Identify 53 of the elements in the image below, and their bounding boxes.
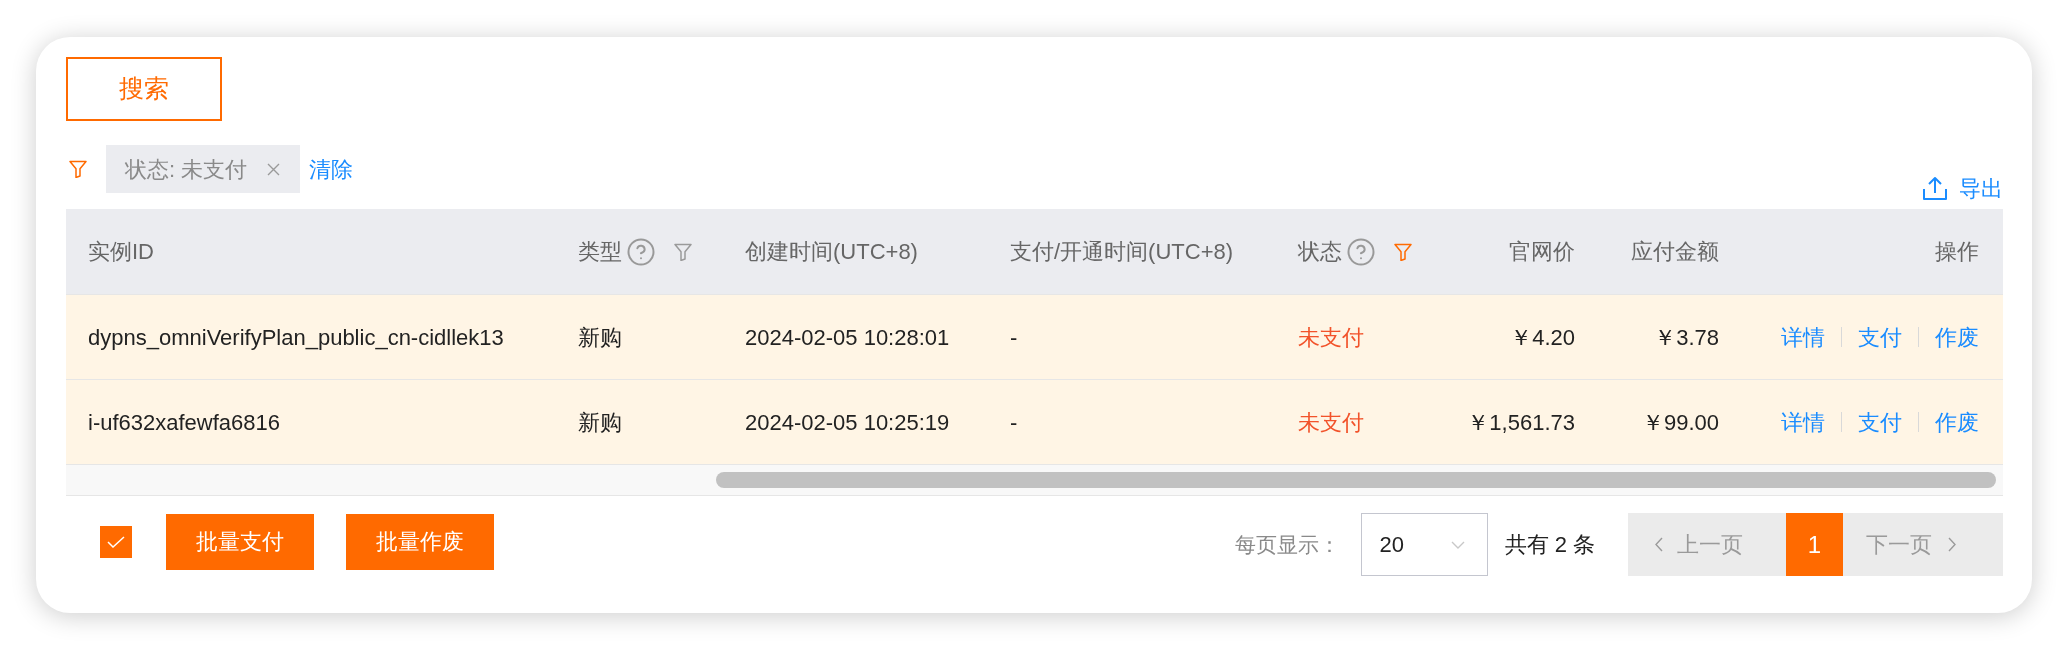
row-action-link[interactable]: 支付	[1858, 405, 1902, 439]
table-row[interactable]: i-uf632xafewfa6816 新购 2024-02-05 10:25:19 - 未支付 ￥1,561.73 ￥99.00 详情 支付 作废	[66, 379, 2003, 464]
table-cell-text: dypns_omniVerifyPlan_public_cn-cidllek13	[88, 323, 504, 352]
clear-filters-link[interactable]: 清除	[309, 152, 354, 186]
page-size-select[interactable]: 20	[1360, 513, 1488, 576]
select-all-checkbox[interactable]	[100, 525, 132, 558]
column-header: 操作	[1935, 238, 1979, 266]
column-header: 创建时间(UTC+8)	[745, 238, 918, 266]
table-cell-text: ￥3.78	[1654, 323, 1719, 352]
row-action-link[interactable]: 作废	[1935, 405, 1979, 439]
table-cell-text: 未支付	[1298, 323, 1364, 352]
row-action-link[interactable]: 详情	[1781, 405, 1825, 439]
bulk-action-button[interactable]: 批量支付	[166, 513, 314, 570]
row-action-link[interactable]: 支付	[1858, 320, 1902, 354]
table-cell-text: -	[1010, 323, 1018, 352]
table-cell-text: 未支付	[1298, 408, 1364, 437]
total-count: 共有 2 条	[1504, 531, 1595, 559]
help-icon[interactable]	[1346, 236, 1376, 267]
column-header: 类型	[578, 238, 622, 266]
close-icon[interactable]	[267, 162, 281, 176]
table-cell-text: ￥1,561.73	[1467, 408, 1575, 437]
check-icon	[107, 535, 125, 548]
export-button[interactable]: 导出	[1923, 175, 2003, 201]
chevron-left-icon	[1654, 537, 1663, 552]
table-row[interactable]: dypns_omniVerifyPlan_public_cn-cidllek13 新购 2024-02-05 10:28:01 - 未支付 ￥4.20 ￥3.78 详情 支付 作废	[66, 294, 2003, 379]
column-header: 应付金额	[1631, 238, 1719, 266]
table-cell-text: 新购	[578, 323, 622, 352]
table-cell-text: -	[1010, 408, 1018, 437]
filter-tag-label: 状态: 未支付	[125, 155, 248, 184]
table-cell-text: 新购	[578, 408, 622, 437]
table-cell-text: 2024-02-05 10:25:19	[745, 408, 950, 437]
chevron-right-icon	[1948, 537, 1957, 552]
search-button[interactable]: 搜索	[66, 57, 222, 121]
bulk-action-button[interactable]: 批量作废	[346, 513, 494, 570]
column-header: 实例ID	[88, 238, 154, 266]
row-action-link[interactable]: 详情	[1781, 320, 1825, 354]
help-icon[interactable]	[626, 236, 656, 267]
column-header: 官网价	[1509, 238, 1575, 266]
scrollbar-thumb[interactable]	[716, 472, 1996, 488]
chevron-down-icon	[1450, 540, 1465, 549]
page-size-label: 每页显示：	[1234, 531, 1340, 558]
table-cell-text: ￥4.20	[1510, 323, 1575, 352]
filter-icon[interactable]	[1394, 242, 1412, 261]
table-cell-text: ￥99.00	[1641, 408, 1719, 437]
row-action-link[interactable]: 作废	[1935, 320, 1979, 354]
column-header: 状态	[1298, 238, 1342, 266]
table-cell-text: 2024-02-05 10:28:01	[745, 323, 950, 352]
table-cell-text: i-uf632xafewfa6816	[88, 408, 281, 437]
upload-icon	[1923, 176, 1947, 200]
filter-icon[interactable]	[69, 160, 87, 178]
filter-icon[interactable]	[674, 242, 692, 261]
page-button[interactable]: 1	[1786, 513, 1843, 576]
column-header: 支付/开通时间(UTC+8)	[1010, 238, 1234, 266]
